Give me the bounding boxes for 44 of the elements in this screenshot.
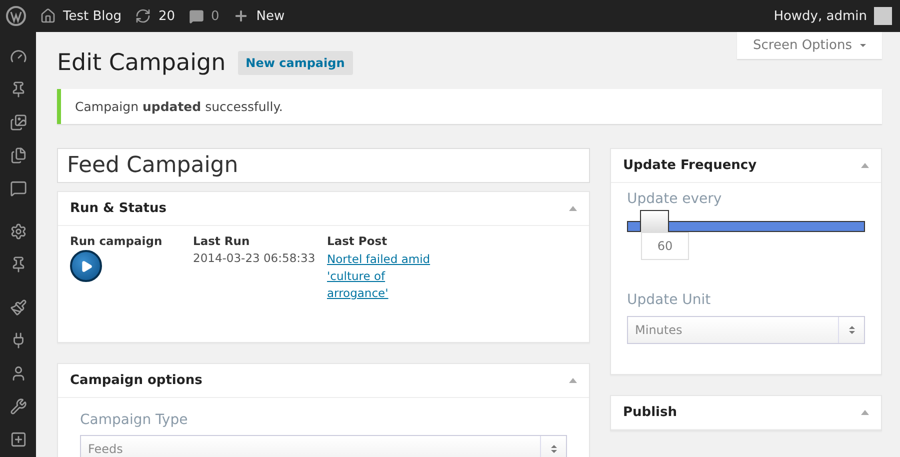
play-button[interactable]	[70, 250, 102, 282]
last-post-label: Last Post	[327, 234, 388, 248]
run-campaign-label: Run campaign	[70, 234, 164, 248]
paintbrush-icon[interactable]	[10, 299, 26, 316]
settings-icon[interactable]	[10, 223, 26, 240]
update-unit-label: Update Unit	[627, 292, 712, 308]
title-field[interactable]: Feed Campaign	[57, 148, 590, 183]
notice-text: Campaign updated successfully.	[75, 99, 283, 114]
last-run-label: Last Run	[193, 234, 251, 248]
gauge-icon[interactable]	[10, 48, 26, 65]
media-icon[interactable]	[10, 114, 26, 131]
home-icon	[40, 8, 56, 24]
box-title: Campaign options	[70, 373, 202, 388]
plus-square-icon[interactable]	[10, 431, 26, 448]
wordpress-logo-icon[interactable]	[6, 6, 26, 26]
site-link[interactable]: Test Blog	[40, 8, 122, 24]
new-link[interactable]: New	[233, 8, 285, 24]
update-unit-select[interactable]: Minutes	[627, 316, 865, 344]
plus-icon	[233, 8, 250, 24]
speech-bubble-icon	[189, 8, 204, 24]
account-link[interactable]: Howdy, admin	[774, 7, 892, 25]
play-icon	[80, 260, 92, 272]
slider-value: 60	[641, 232, 689, 260]
caret-icon	[860, 44, 866, 47]
box-title: Update Frequency	[623, 158, 757, 173]
last-run-value: 2014-03-23 06:58:33	[193, 251, 316, 265]
page-title: Edit Campaign	[57, 50, 226, 76]
box-title: Run & Status	[70, 201, 166, 216]
comments-link[interactable]: 0	[189, 8, 220, 24]
updates-link[interactable]: 20	[135, 8, 176, 24]
campaign-type-select[interactable]: Feeds	[80, 435, 567, 457]
campaign-type-label: Campaign Type	[80, 412, 189, 428]
speech-bubble-icon[interactable]	[10, 180, 26, 197]
avatar-icon	[874, 7, 892, 25]
pages-icon[interactable]	[10, 147, 26, 164]
update-every-label: Update every	[627, 191, 723, 207]
new-campaign-button[interactable]: New campaign	[238, 51, 353, 75]
box-title: Publish	[623, 405, 677, 420]
slider-handle[interactable]	[640, 210, 670, 232]
slider[interactable]	[627, 210, 865, 232]
screen-options-button[interactable]: Screen Options	[737, 32, 882, 59]
refresh-icon	[135, 8, 152, 24]
last-post-link[interactable]: Nortel failed amid 'culture of arrogance'	[327, 251, 442, 302]
wrench-icon[interactable]	[10, 398, 26, 415]
